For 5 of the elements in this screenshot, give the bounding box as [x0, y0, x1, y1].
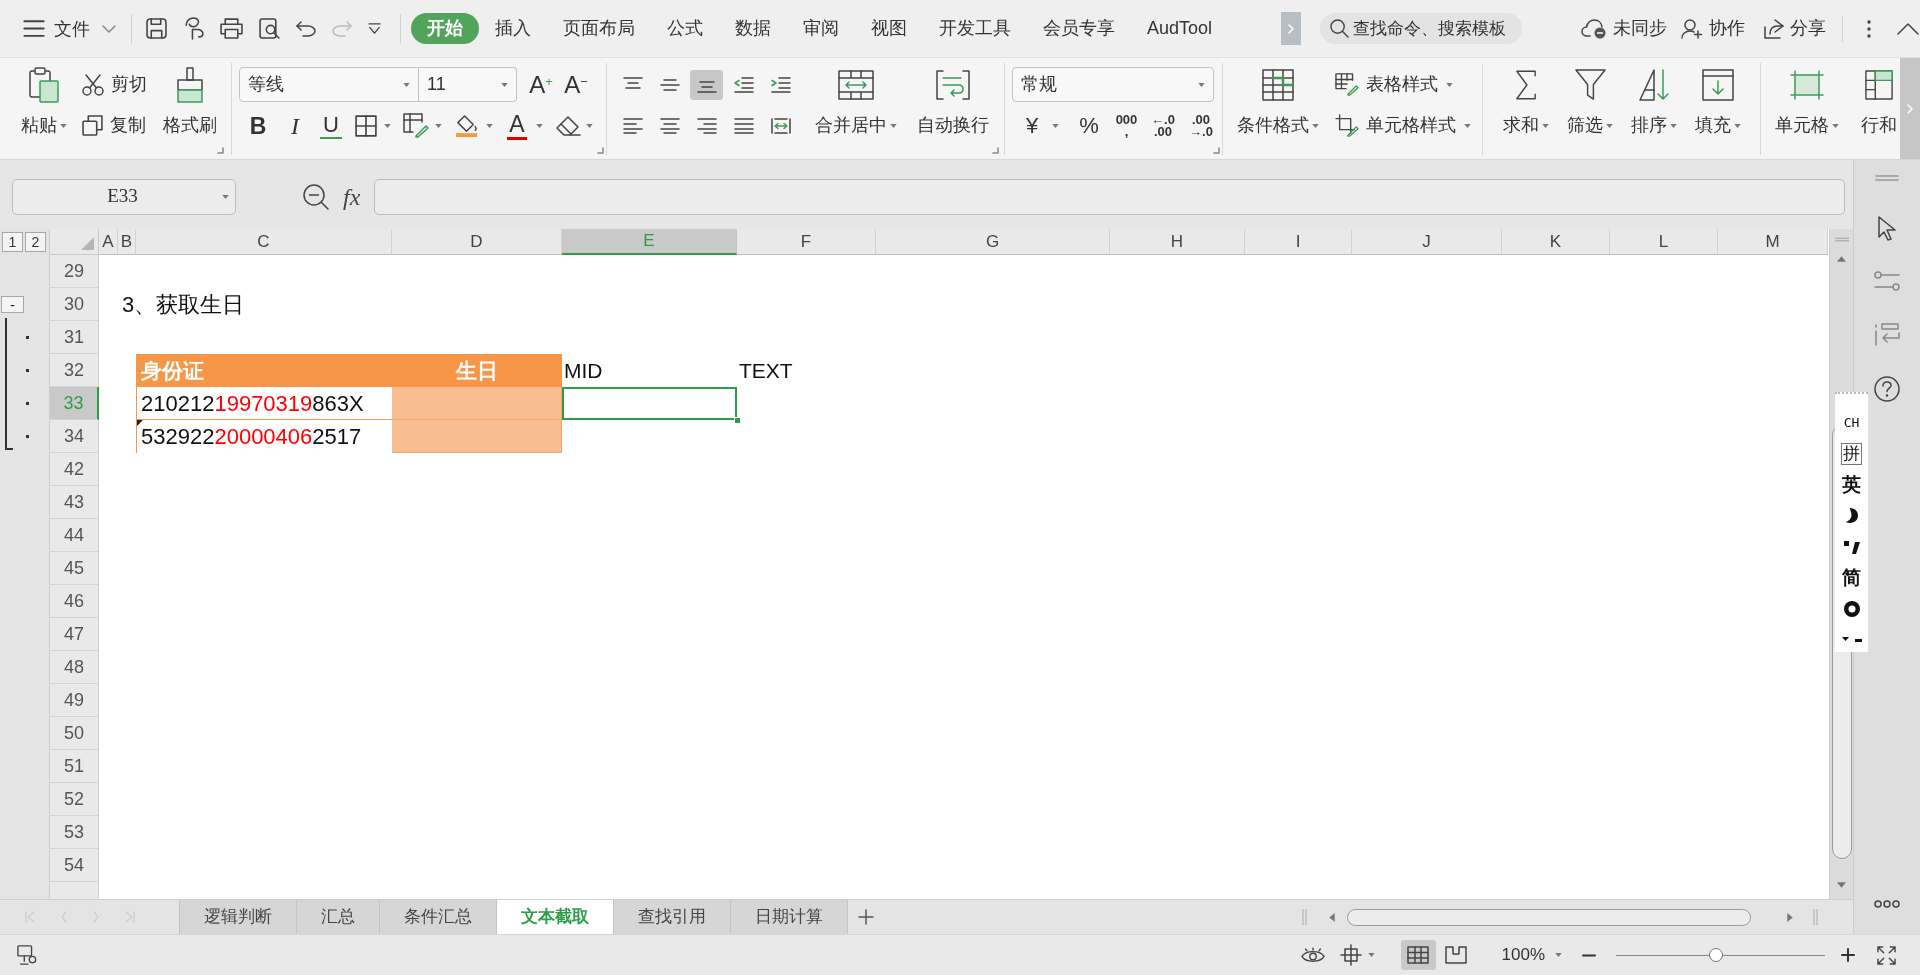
section-title: 3、获取生日: [121, 291, 245, 319]
table-header-cell: 生日: [392, 354, 562, 387]
table-cell-text: MID: [563, 357, 604, 384]
table-header-cell: 身份证: [136, 354, 392, 387]
table-cell-text: TEXT: [738, 357, 794, 384]
